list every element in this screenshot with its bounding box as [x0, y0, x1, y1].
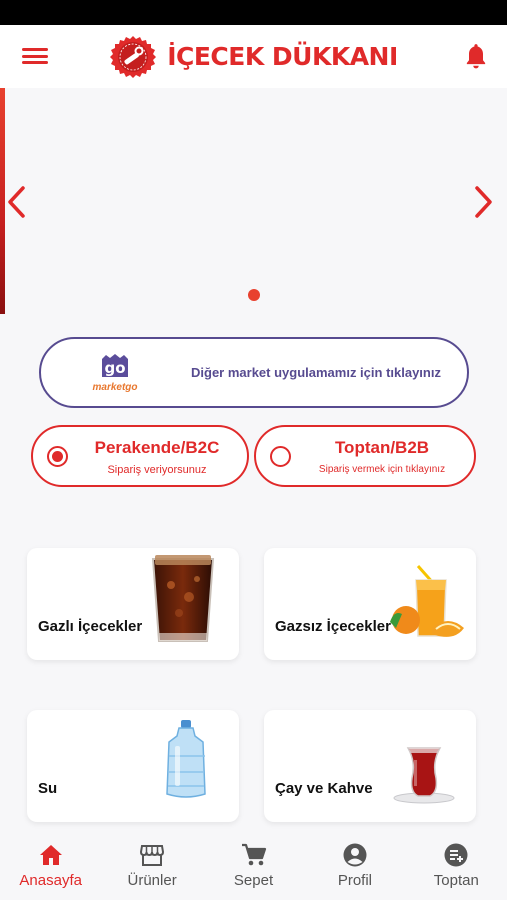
nav-item-products[interactable]: Ürünler	[101, 836, 202, 900]
category-label: Gazsız İçecekler	[275, 618, 391, 635]
water-jug-icon	[166, 720, 206, 798]
mode-option-b2b[interactable]: Toptan/B2B Sipariş vermek için tıklayını…	[254, 425, 476, 487]
home-icon	[39, 845, 62, 865]
category-card-cay[interactable]: Çay ve Kahve	[264, 710, 476, 822]
b2c-radio[interactable]	[47, 446, 68, 467]
nav-label: Ürünler	[127, 872, 177, 889]
b2c-title: Perakende/B2C	[94, 438, 220, 457]
notification-bell-icon[interactable]	[463, 42, 489, 70]
b2b-radio[interactable]	[270, 446, 291, 467]
b2b-subtitle: Sipariş vermek için tıklayınız	[318, 464, 446, 475]
chevron-right-icon[interactable]	[471, 185, 495, 219]
category-card-su[interactable]: Su	[27, 710, 239, 822]
nav-item-home[interactable]: Anasayfa	[0, 836, 101, 900]
nav-item-cart[interactable]: Sepet	[203, 836, 304, 900]
nav-label: Anasayfa	[19, 872, 82, 889]
nav-label: Sepet	[233, 872, 274, 889]
b2c-subtitle: Sipariş veriyorsunuz	[107, 464, 207, 476]
cart-icon	[241, 843, 266, 866]
category-card-gazsiz[interactable]: Gazsız İçecekler	[264, 548, 476, 660]
marketgo-banner-text: Diğer market uygulamamız için tıklayınız	[191, 365, 441, 380]
status-bar	[0, 0, 507, 25]
mode-option-b2c[interactable]: Perakende/B2C Sipariş veriyorsunuz	[31, 425, 249, 487]
svg-text:go: go	[104, 359, 125, 377]
marketgo-banner-button[interactable]: go marketgo Diğer market uygulamamız içi…	[39, 337, 469, 408]
chevron-left-icon[interactable]	[5, 185, 29, 219]
category-label: Çay ve Kahve	[275, 780, 373, 797]
nav-label: Profil	[337, 872, 373, 889]
carousel-indicator-dot[interactable]	[248, 289, 260, 301]
category-label: Gazlı İçecekler	[38, 618, 143, 635]
marketgo-logo-text: marketgo	[92, 381, 138, 393]
marketgo-logo: go marketgo	[77, 345, 153, 401]
tea-glass-icon	[393, 747, 455, 804]
category-label: Su	[38, 780, 58, 797]
nav-item-wholesale[interactable]: Toptan	[406, 836, 507, 900]
wholesale-icon	[444, 843, 468, 867]
bottle-cap-logo-icon	[110, 35, 157, 78]
app-title: İÇECEK DÜKKANI	[167, 42, 398, 71]
profile-icon	[343, 843, 367, 867]
nav-item-profile[interactable]: Profil	[304, 836, 405, 900]
nav-label: Toptan	[433, 872, 479, 889]
juice-glass-icon	[390, 565, 464, 637]
menu-icon[interactable]	[22, 45, 48, 67]
app-logo: İÇECEK DÜKKANI	[109, 33, 398, 81]
cola-glass-icon	[151, 555, 215, 642]
store-icon	[140, 845, 165, 866]
bottom-navigation: Anasayfa Ürünler Sepet Profil Toptan	[0, 836, 507, 900]
b2b-title: Toptan/B2B	[334, 438, 430, 457]
category-card-gazli[interactable]: Gazlı İçecekler	[27, 548, 239, 660]
marketgo-mascot-icon: go	[102, 353, 128, 377]
app-header: İÇECEK DÜKKANI	[0, 25, 507, 88]
promo-carousel[interactable]	[0, 88, 507, 318]
